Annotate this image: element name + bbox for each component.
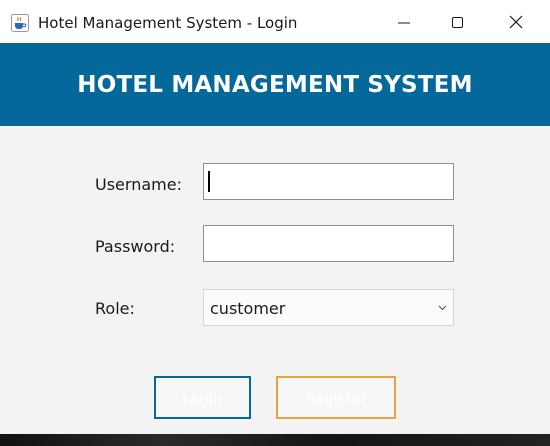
- title-bar[interactable]: Hotel Management System - Login: [0, 0, 550, 43]
- password-label: Password:: [95, 237, 176, 256]
- close-icon: [509, 15, 523, 29]
- login-window: Hotel Management System - Login HOTEL MA…: [0, 0, 550, 434]
- password-input[interactable]: [203, 225, 454, 262]
- role-selected-value: customer: [210, 299, 286, 318]
- header-banner: HOTEL MANAGEMENT SYSTEM: [0, 43, 550, 126]
- username-label: Username:: [95, 175, 182, 194]
- register-button[interactable]: Register: [276, 376, 396, 419]
- role-label: Role:: [95, 299, 135, 318]
- java-cup-icon: [11, 14, 29, 32]
- close-button[interactable]: [487, 0, 545, 43]
- desktop-background: [0, 434, 550, 446]
- login-button[interactable]: Login: [154, 376, 251, 419]
- minimize-button[interactable]: [375, 0, 433, 43]
- window-title: Hotel Management System - Login: [38, 14, 298, 32]
- text-caret: [208, 171, 210, 192]
- maximize-icon: [452, 17, 463, 28]
- role-select[interactable]: customer: [203, 289, 454, 326]
- username-input[interactable]: [203, 163, 454, 200]
- chevron-down-icon: [438, 305, 447, 311]
- header-title: HOTEL MANAGEMENT SYSTEM: [77, 72, 473, 98]
- minimize-icon: [398, 22, 410, 24]
- maximize-button[interactable]: [429, 0, 487, 43]
